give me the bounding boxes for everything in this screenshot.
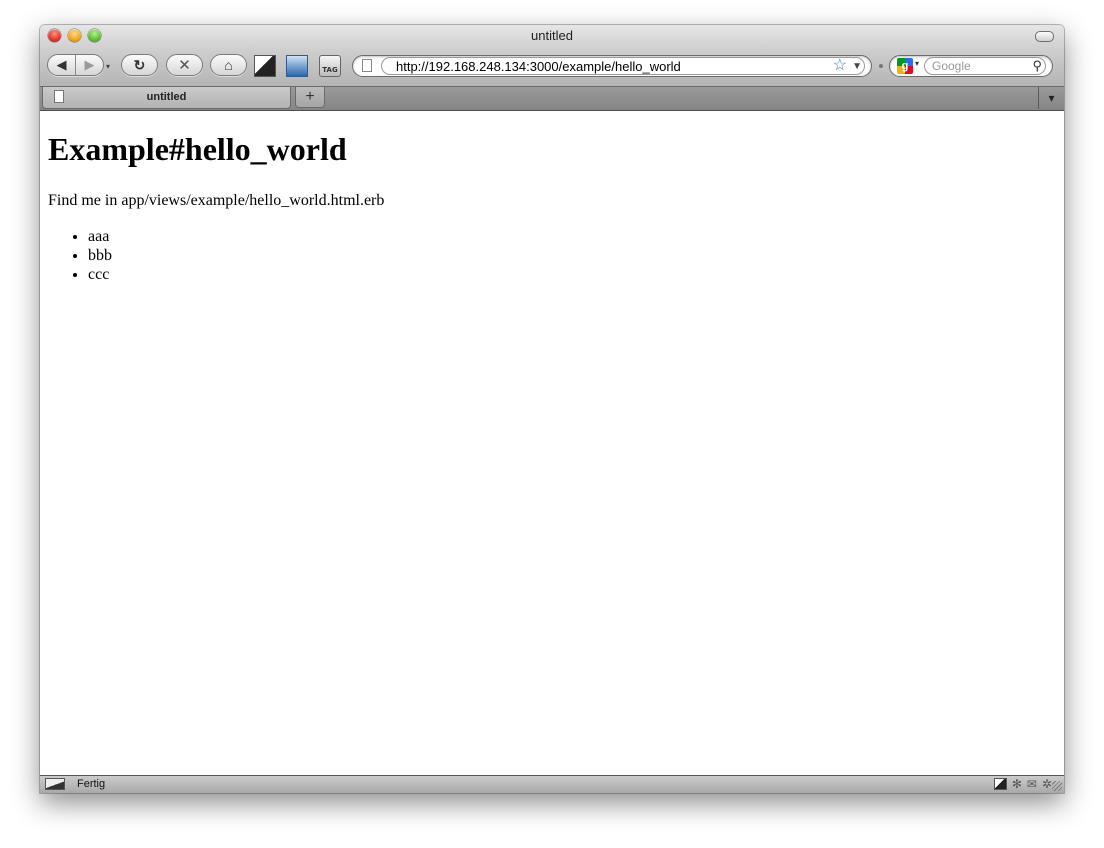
page-style-icon[interactable] (993, 778, 1007, 790)
address-dropdown-icon[interactable]: ▼ (852, 57, 862, 77)
toolbar-separator (879, 64, 883, 68)
item-list: aaa bbb ccc (48, 227, 112, 284)
status-bar: Fertig ✻ ✉ ✲ (40, 775, 1064, 793)
page-heading: Example#hello_world (48, 131, 347, 167)
browser-window: untitled ◀ ▶ ▾ ↻ ✕ ⌂ TAG http://192.168.… (40, 25, 1064, 793)
page-icon (362, 59, 372, 72)
status-text: Fertig (77, 778, 106, 790)
forward-button[interactable]: ▶ (75, 55, 103, 75)
tag-label: TAG (322, 66, 338, 74)
tab-list-button[interactable]: ▾ (1038, 87, 1064, 109)
status-tray: ✻ ✉ ✲ (993, 777, 1052, 791)
sidebar-toggle-icon[interactable] (45, 778, 65, 790)
list-item: aaa (88, 227, 112, 246)
back-button[interactable]: ◀ (48, 55, 75, 75)
tab-label: untitled (146, 91, 187, 103)
title-toolbar: untitled ◀ ▶ ▾ ↻ ✕ ⌂ TAG http://192.168.… (40, 25, 1064, 87)
bookmark-icon[interactable] (286, 55, 308, 77)
history-dropdown-icon[interactable]: ▾ (106, 62, 110, 71)
toolbar-toggle-button[interactable] (1035, 31, 1054, 42)
search-engine-dropdown-icon[interactable]: ▾ (915, 59, 919, 68)
list-item: bbb (88, 246, 112, 265)
window-title: untitled (531, 28, 573, 43)
list-all-tabs-icon: ▾ (1048, 91, 1055, 105)
back-forward-group: ◀ ▶ (47, 54, 104, 76)
search-bar[interactable]: g ▾ ⚲ (889, 55, 1053, 77)
plus-icon: + (305, 88, 315, 105)
tab-strip: untitled + ▾ (40, 87, 1064, 111)
address-bar[interactable]: http://192.168.248.134:3000/example/hell… (352, 55, 872, 77)
address-input[interactable]: http://192.168.248.134:3000/example/hell… (396, 58, 681, 75)
search-engine-icon[interactable]: g (897, 58, 913, 74)
search-icon[interactable]: ⚲ (1032, 57, 1042, 75)
snowflake-icon[interactable]: ✻ (1012, 777, 1022, 791)
page-content: Example#hello_world Find me in app/views… (40, 111, 1064, 775)
tab-untitled[interactable]: untitled (42, 87, 291, 109)
new-tab-button[interactable]: + (295, 87, 325, 108)
reload-button[interactable]: ↻ (121, 54, 158, 76)
page-paragraph: Find me in app/views/example/hello_world… (48, 192, 385, 209)
home-icon: ⌂ (224, 57, 233, 73)
tag-icon[interactable]: TAG (319, 55, 341, 77)
mail-icon[interactable]: ✉ (1027, 777, 1037, 791)
list-item: ccc (88, 265, 112, 284)
resize-grip[interactable] (1052, 781, 1062, 791)
search-input[interactable] (932, 58, 1027, 74)
back-icon: ◀ (56, 57, 67, 72)
forward-icon: ▶ (84, 57, 95, 72)
bug-icon[interactable]: ✲ (1042, 777, 1052, 791)
page-toggle-icon[interactable] (254, 55, 276, 77)
star-icon[interactable]: ☆ (833, 56, 847, 76)
stop-icon: ✕ (178, 57, 191, 74)
search-engine-glyph: g (901, 60, 909, 72)
home-button[interactable]: ⌂ (210, 54, 247, 76)
reload-icon: ↻ (133, 56, 146, 73)
stop-button[interactable]: ✕ (166, 54, 203, 76)
